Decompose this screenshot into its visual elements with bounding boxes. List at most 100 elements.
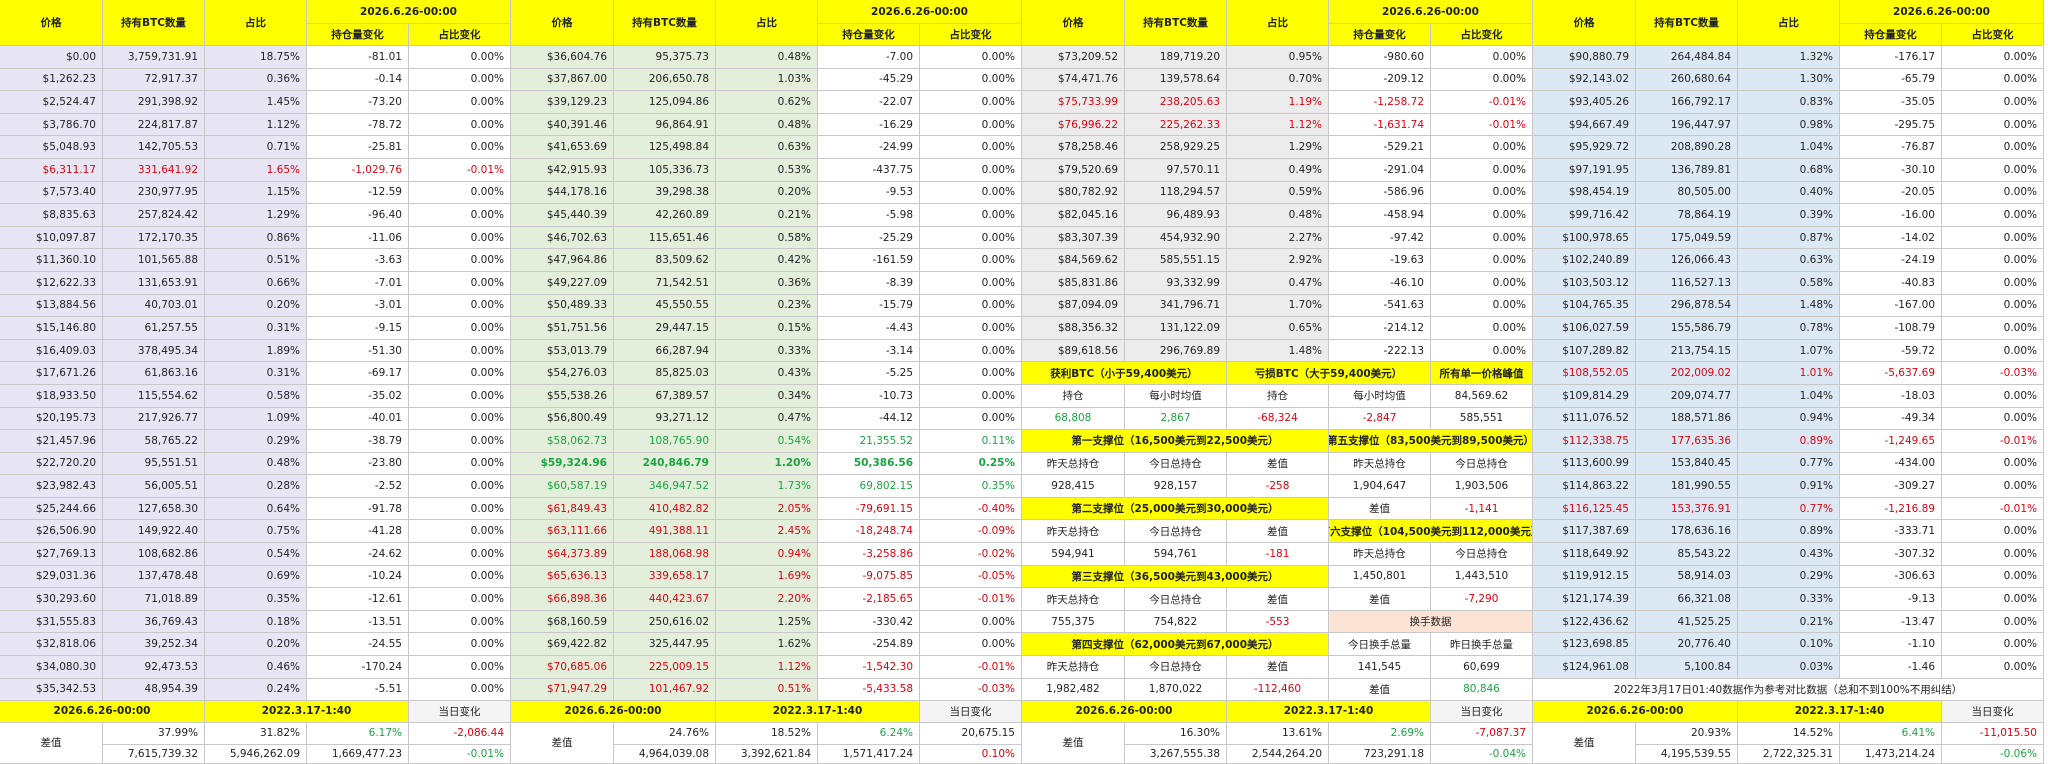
data-cell: -13.51 [307, 610, 409, 634]
data-cell: 1.25% [716, 610, 818, 634]
data-cell: 331,641.92 [103, 158, 205, 182]
header-share: 占比 [205, 0, 307, 46]
footer-total: 723,291.18 [1329, 744, 1431, 764]
data-cell: $21,457.96 [0, 430, 103, 453]
data-cell: 0.00% [1942, 407, 2044, 431]
value: -1,141 [1431, 497, 1533, 521]
data-cell: 0.33% [1738, 588, 1840, 611]
data-cell: -9.53 [818, 181, 920, 205]
data-cell: 0.89% [1738, 520, 1840, 544]
data-cell: 0.54% [205, 543, 307, 566]
data-cell: $44,178.16 [511, 181, 614, 205]
data-cell: 85,825.03 [614, 362, 716, 385]
label: 今日总持仓 [1125, 656, 1227, 679]
data-cell: 0.11% [920, 430, 1022, 453]
value: 928,415 [1022, 475, 1125, 498]
data-cell: 0.00% [1431, 204, 1533, 227]
data-cell: $87,094.09 [1022, 294, 1125, 318]
data-cell: 0.98% [1738, 113, 1840, 137]
data-cell: $60,587.19 [511, 475, 614, 498]
data-cell: 0.00% [1431, 226, 1533, 250]
data-cell: 0.00% [1942, 91, 2044, 114]
header-share-change: 占比变化 [1942, 24, 2044, 46]
header-btc-amount: 持有BTC数量 [1636, 0, 1738, 46]
data-cell: 0.24% [205, 678, 307, 701]
data-cell: 61,257.55 [103, 317, 205, 340]
data-cell: 71,018.89 [103, 588, 205, 611]
footer-change: 当日变化 [920, 700, 1022, 723]
data-cell: 95,375.73 [614, 46, 716, 69]
data-cell: 0.86% [205, 226, 307, 250]
data-cell: 0.48% [1227, 204, 1329, 227]
data-cell: -5.25 [818, 362, 920, 385]
footer-value: 13.61% [1227, 722, 1329, 745]
data-cell: 1.48% [1227, 339, 1329, 363]
data-cell: 101,467.92 [614, 678, 716, 701]
data-cell: -0.14 [307, 68, 409, 92]
data-cell: $68,160.59 [511, 610, 614, 634]
data-cell: 0.58% [716, 226, 818, 250]
footer-date1: 2026.6.26-00:00 [1022, 700, 1227, 723]
data-cell: 126,066.43 [1636, 249, 1738, 272]
data-cell: 0.89% [1738, 430, 1840, 453]
data-cell: 0.00% [1942, 158, 2044, 182]
data-cell: -5,637.69 [1840, 362, 1942, 385]
data-cell: 0.00% [1431, 136, 1533, 159]
data-cell: 0.00% [1431, 294, 1533, 318]
data-cell: 0.00% [1942, 46, 2044, 69]
data-cell: 1.70% [1227, 294, 1329, 318]
data-cell: $119,912.15 [1533, 565, 1636, 589]
data-cell: $42,915.93 [511, 158, 614, 182]
label: 昨天总持仓 [1329, 543, 1431, 566]
data-cell: -97.42 [1329, 226, 1431, 250]
data-cell: $112,338.75 [1533, 430, 1636, 453]
data-cell: 58,914.03 [1636, 565, 1738, 589]
data-cell: 0.00% [1431, 249, 1533, 272]
label: 差值 [1227, 520, 1329, 544]
data-cell: 0.18% [205, 610, 307, 634]
data-cell: 0.25% [920, 452, 1022, 476]
value: -258 [1227, 475, 1329, 498]
data-cell: $99,716.42 [1533, 204, 1636, 227]
data-cell: $82,045.16 [1022, 204, 1125, 227]
data-cell: 0.00% [1942, 226, 2044, 250]
data-cell: $71,947.29 [511, 678, 614, 701]
data-cell: 0.00% [409, 588, 511, 611]
data-cell: -35.05 [1840, 91, 1942, 114]
data-cell: 137,478.48 [103, 565, 205, 589]
footer-total: 3,267,555.38 [1125, 744, 1227, 764]
data-cell: -1,216.89 [1840, 497, 1942, 521]
data-cell: 0.00% [920, 158, 1022, 182]
data-cell: 36,769.43 [103, 610, 205, 634]
data-cell: 29,447.15 [614, 317, 716, 340]
data-cell: 0.00% [409, 204, 511, 227]
data-cell: $8,835.63 [0, 204, 103, 227]
data-cell: 0.63% [1738, 249, 1840, 272]
data-cell: 2.05% [716, 497, 818, 521]
footer-diff-label: 差值 [1533, 722, 1636, 764]
data-cell: -0.01% [1942, 430, 2044, 453]
data-cell: 2.45% [716, 520, 818, 544]
data-cell: 440,423.67 [614, 588, 716, 611]
label: 昨天总持仓 [1329, 452, 1431, 476]
data-cell: $111,076.52 [1533, 407, 1636, 431]
data-cell: $26,506.90 [0, 520, 103, 544]
data-cell: -0.01% [1431, 91, 1533, 114]
footer-value: -7,087.37 [1431, 722, 1533, 745]
data-cell: 202,009.02 [1636, 362, 1738, 385]
footer-value: 24.76% [614, 722, 716, 745]
data-cell: 0.00% [920, 317, 1022, 340]
data-cell: 240,846.79 [614, 452, 716, 476]
summary-hold: 持仓 [1227, 384, 1329, 408]
data-cell: 5,100.84 [1636, 656, 1738, 679]
data-cell: 0.51% [205, 249, 307, 272]
data-cell: -24.62 [307, 543, 409, 566]
data-cell: -1.46 [1840, 656, 1942, 679]
data-cell: 0.00% [409, 633, 511, 657]
data-cell: 0.91% [1738, 475, 1840, 498]
data-cell: 454,932.90 [1125, 226, 1227, 250]
data-cell: 66,287.94 [614, 339, 716, 363]
peak-amount: 585,551 [1431, 407, 1533, 431]
data-cell: -78.72 [307, 113, 409, 137]
data-cell: -0.01% [409, 158, 511, 182]
